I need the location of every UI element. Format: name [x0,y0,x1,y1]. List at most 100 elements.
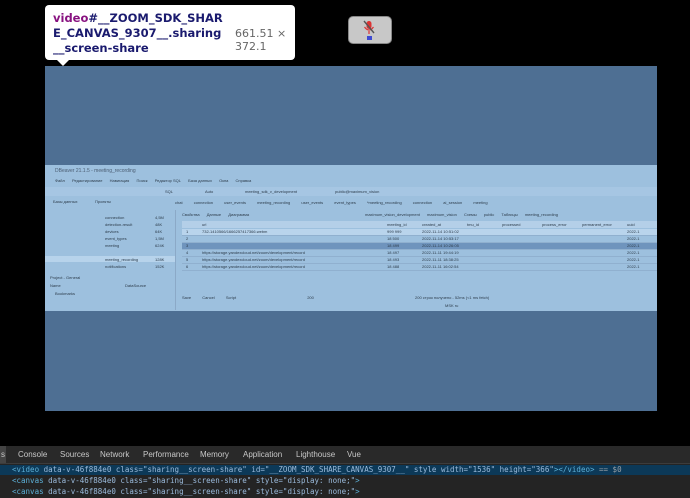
dom-node-canvas[interactable]: <canvas data-v-46f884e0 class="sharing__… [0,476,690,486]
editor-tab: ai_session [443,200,463,205]
project-header: Project - General [50,275,81,280]
editor-tab: event_types [334,200,356,205]
shared-menu-bar: Файл Редактирование Навигация Поиск Реда… [55,178,655,183]
table-row: 5 https://storage.yandexcloud.net/zoom/d… [182,257,657,264]
table-row: 3 18 499 2022-11-14 10:26:05 2022-1 [182,243,657,250]
editor-tab: user_events [301,200,324,205]
toolbar-item: meeting_sdk_v_development [245,189,298,194]
tree-size: 1,5M [155,236,164,241]
editor-tab: connection [412,200,433,205]
mic-muted-indicator[interactable] [348,16,392,44]
menu-item: Справка [235,178,252,183]
project-row: Bookmarks [55,291,76,296]
projects-label: Проекты [95,199,112,204]
row-num: 5 [186,257,189,262]
tab-vue[interactable]: Vue [347,450,361,459]
tab-lighthouse[interactable]: Lighthouse [296,450,335,459]
tab-performance[interactable]: Performance [143,450,189,459]
menu-item: Навигация [109,178,130,183]
menu-item: Файл [55,178,65,183]
tree-size: 624K [155,243,165,248]
tree-item: detection-result [105,222,133,227]
project-col: DataSource [125,283,147,288]
cell-created: 2022-11-14 10:51:02 [422,229,459,234]
rows-status: 200 строк получено - 52ms (<1 ms fetch) [415,295,490,300]
mic-off-icon [363,20,375,34]
devtools-panel: s Console Sources Network Performance Me… [0,446,690,498]
dom-close: > [355,476,360,485]
shared-db-tree: connection 4,5M detection-result 48K devic… [45,210,176,310]
grid-header: url meeting_id created_at tmu_id process… [182,221,657,228]
dom-suffix: == $0 [594,465,622,474]
grid-col: processed [502,222,521,227]
tooltip-tag: video [53,11,89,25]
dom-node-canvas[interactable]: <canvas data-v-46f884e0 class="sharing__… [0,487,690,497]
cell-uuid: 2022-1 [627,243,640,248]
cell-uuid: 2022-1 [627,257,640,262]
shared-breadcrumb: maximum_vision_development maximum_visio… [365,212,558,217]
table-row: 6 https://storage.yandexcloud.net/zoom/d… [182,264,657,271]
cell-uuid: 2022-1 [627,264,640,269]
bottom-action: Cancel [202,295,215,300]
dom-node-video[interactable]: <video data-v-46f884e0 class="sharing__s… [0,465,690,475]
breadcrumb-item: meeting_recording [524,212,558,217]
dom-tag: canvas [16,487,44,496]
grid-col: tmu_id [467,222,480,227]
tab-console[interactable]: Console [18,450,47,459]
dom-tag: video [16,465,40,474]
shared-editor-tabs: chat connection user_events meeting_reco… [175,200,498,205]
table-row: 2 18 500 2022-11-14 10:53:17 2022-1 [182,236,657,243]
dom-close: ></video> [553,465,595,474]
toolbar-item: Auto [205,189,214,194]
db-panel-label: Базы данных [53,199,78,204]
dom-attrs: data-v-46f884e0 class="sharing__screen-s… [43,465,554,474]
cell-meeting-id: 18 488 [387,264,400,269]
toolbar-item: public@maximum_vision [335,189,380,194]
row-num: 4 [186,250,189,255]
editor-tab: meeting_recording [257,200,291,205]
tree-size: 152K [155,264,165,269]
shared-subtabs: Свойства Данные Диаграмма [182,212,249,217]
element-inspect-tooltip: video#__ZOOM_SDK_SHARE_CANVAS_9307__.sha… [45,5,295,66]
editor-tab: chat [175,200,183,205]
grid-col: created_at [422,222,441,227]
toolbar-item: SQL [165,189,174,194]
table-row: 4 https://storage.yandexcloud.net/zoom/d… [182,250,657,257]
breadcrumb-item: Схемы [463,212,477,217]
shared-grid-bottom-bar: Save Cancel Script 200 200 строк получен… [182,295,499,300]
grid-col: url [202,222,207,227]
subtab: Диаграмма [228,212,250,217]
subtab: Свойства [182,212,200,217]
tree-item: event_types [105,236,127,241]
row-num: 3 [186,243,189,248]
subtab: Данные [206,212,222,217]
editor-tab: connection [193,200,214,205]
tree-size: 4,5M [155,215,164,220]
tree-item: connection [105,215,125,220]
cell-uuid: 2022-1 [627,250,640,255]
tab-application[interactable]: Application [243,450,282,459]
cell-url: https://storage.yandexcloud.net/zoom/dev… [202,250,305,255]
tab-memory[interactable]: Memory [200,450,229,459]
cell-created: 2022-11-11 16:02:54 [422,264,459,269]
tree-size: 64K [155,229,163,234]
editor-tab: meeting [473,200,488,205]
mic-status-dot [367,36,372,40]
shared-status-locale: MSK ru [445,303,459,308]
grid-col: uuid [627,222,635,227]
menu-item: Поиск [136,178,148,183]
grid-col: process_error [542,222,567,227]
tab-elements[interactable]: s [1,450,5,459]
tree-size: 128K [155,257,165,262]
menu-item: Окна [219,178,229,183]
cell-meeting-id: 18 493 [387,257,400,262]
dom-close: > [355,487,360,496]
row-num: 2 [186,236,189,241]
shared-toolbar: SQL Auto meeting_sdk_v_development publi… [45,187,657,196]
tab-network[interactable]: Network [100,450,129,459]
table-row: 1 732-1410566/1666257417366.webm 999 999… [182,229,657,236]
cell-uuid: 2022-1 [627,229,640,234]
project-col: Name [50,283,61,288]
cell-created: 2022-11-14 10:53:17 [422,236,459,241]
tab-sources[interactable]: Sources [60,450,89,459]
